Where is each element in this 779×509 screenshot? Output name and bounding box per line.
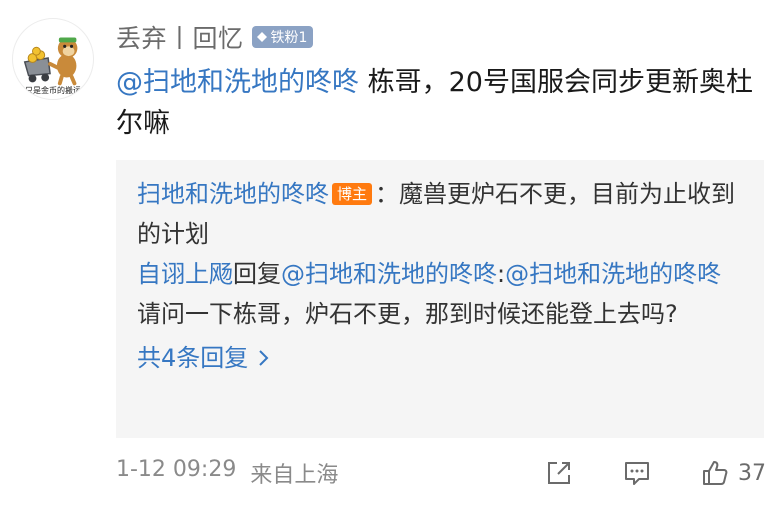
reply-mention-link[interactable]: @扫地和洗地的咚咚 [505,260,721,288]
reply-separator: : [497,260,506,288]
comment-footer: 1-12 09:29 来自上海 37 [116,455,766,491]
comment-header: 丢弃丨回忆 铁粉1 [116,19,314,55]
reply-item: 扫地和洗地的咚咚 博主 ：魔兽更炉石不更，目前为止收到的计划 [137,174,744,254]
avatar-caption: 只是金币的搬运 [25,86,81,95]
chevron-right-icon [259,350,269,366]
reply-word: 回复 [233,260,281,288]
share-icon [548,462,570,484]
username[interactable]: 丢弃丨回忆 [116,19,244,55]
comment-actions: 37 [544,458,766,488]
comment-location: 来自上海 [250,463,339,488]
reply-author-link[interactable]: 自诩上飏 [137,260,233,288]
fan-badge-label: 铁粉1 [270,30,308,46]
diamond-icon [256,32,267,42]
author-tag-badge: 博主 [332,183,373,205]
comment-icon [625,462,649,485]
fan-badge[interactable]: 铁粉1 [251,26,314,48]
reply-author-link[interactable]: 扫地和洗地的咚咚 [137,180,329,208]
reply-thread: 扫地和洗地的咚咚 博主 ：魔兽更炉石不更，目前为止收到的计划 自诩上飏回复@扫地和洗… [116,160,764,438]
reply-item: 自诩上飏回复@扫地和洗地的咚咚:@扫地和洗地的咚咚 请问一下栋哥，炉石不更，那到… [137,254,744,334]
comment-text: @扫地和洗地的咚咚 栋哥，20号国服会同步更新奥杜尔嘛 [116,62,766,144]
more-replies-link[interactable]: 共4条回复 [137,338,270,378]
comment-date: 1-12 09:29 [116,457,237,482]
like-button[interactable]: 37 [700,458,766,488]
more-replies-label: 共4条回复 [137,344,249,372]
mention-link[interactable]: @扫地和洗地的咚咚 [116,67,359,98]
comment-button[interactable] [622,458,652,488]
comment-meta: 1-12 09:29 来自上海 [116,457,338,489]
share-button[interactable] [544,458,574,488]
like-count: 37 [738,460,766,486]
reply-mention-link[interactable]: @扫地和洗地的咚咚 [281,260,497,288]
avatar[interactable]: 只是金币的搬运 [12,18,94,100]
reply-text: 请问一下栋哥，炉石不更，那到时候还能登上去吗? [137,300,678,328]
thumbs-up-icon [703,461,728,485]
